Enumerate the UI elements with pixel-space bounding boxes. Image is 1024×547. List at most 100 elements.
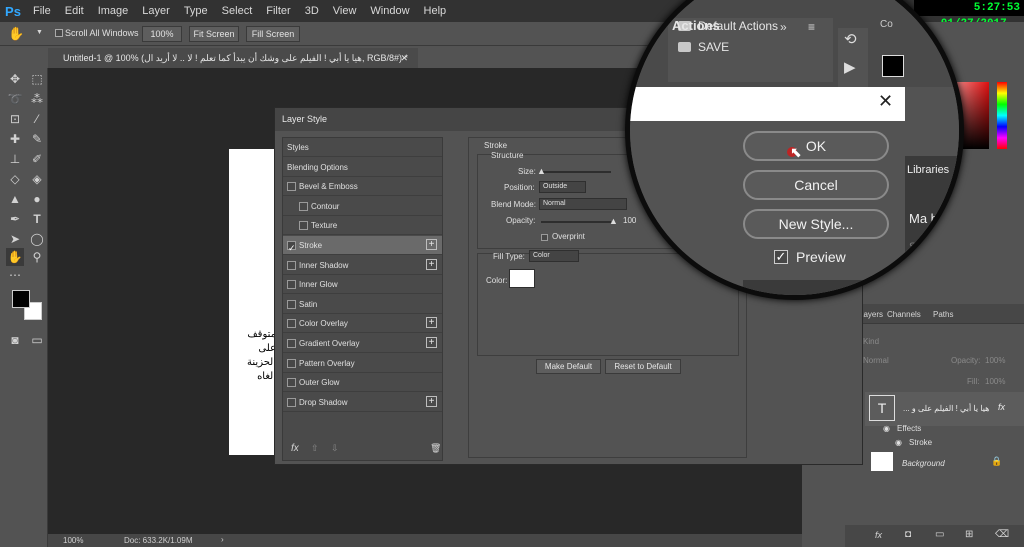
- opacity-slider-track[interactable]: [541, 221, 611, 223]
- style-checkbox[interactable]: [287, 339, 296, 348]
- move-tool-icon[interactable]: ✥: [6, 70, 24, 88]
- delete-layer-icon[interactable]: ⌫: [995, 529, 1009, 540]
- style-checkbox[interactable]: [287, 239, 296, 258]
- stroke-color-swatch[interactable]: [509, 269, 535, 288]
- style-checkbox[interactable]: [287, 319, 296, 329]
- close-tab-icon[interactable]: ✕: [400, 48, 408, 68]
- layer-opacity-value[interactable]: 100%: [985, 356, 1005, 365]
- menu-3d[interactable]: 3D: [298, 5, 326, 17]
- style-item-color-overlay[interactable]: Color Overlay +: [283, 314, 442, 334]
- add-effect-plus-icon[interactable]: +: [426, 258, 437, 270]
- style-item-outer-glow[interactable]: Outer Glow: [283, 373, 442, 393]
- position-dropdown[interactable]: Outside: [539, 181, 586, 193]
- move-up-icon[interactable]: ⇧: [311, 443, 319, 454]
- type-tool-icon[interactable]: T: [28, 210, 46, 228]
- preview-checkbox[interactable]: ✓: [774, 250, 788, 264]
- menu-type[interactable]: Type: [177, 5, 215, 17]
- add-effect-plus-icon[interactable]: +: [426, 317, 437, 329]
- path-select-icon[interactable]: ➤: [6, 230, 24, 248]
- background-layer-name[interactable]: Background: [902, 459, 945, 468]
- pen-tool-icon[interactable]: ✒: [6, 210, 24, 228]
- close-dialog-icon[interactable]: ✕: [878, 91, 893, 112]
- zoom-100-button[interactable]: 100%: [142, 26, 182, 42]
- style-item-inner-glow[interactable]: Inner Glow: [283, 275, 442, 295]
- stamp-tool-icon[interactable]: ⊥: [6, 150, 24, 168]
- size-slider-handle[interactable]: ▲: [537, 166, 546, 176]
- blur-tool-icon[interactable]: ▲: [6, 190, 24, 208]
- foreground-swatch-magnified[interactable]: [882, 55, 904, 77]
- magic-wand-icon[interactable]: ⁂: [28, 90, 46, 108]
- ok-button[interactable]: OK: [743, 131, 889, 161]
- actions-tab[interactable]: Actions: [672, 18, 720, 33]
- menu-image[interactable]: Image: [91, 5, 136, 17]
- menu-select[interactable]: Select: [215, 5, 260, 17]
- make-default-button[interactable]: Make Default: [536, 359, 601, 374]
- collapse-icon[interactable]: »: [780, 20, 787, 34]
- menu-help[interactable]: Help: [417, 5, 454, 17]
- document-tab[interactable]: Untitled-1 @ 100% (هيا يا أبي ! الفيلم ع…: [48, 48, 418, 68]
- add-effect-plus-icon[interactable]: +: [426, 337, 437, 348]
- menu-view[interactable]: View: [326, 5, 364, 17]
- tab-paths[interactable]: Paths: [933, 310, 953, 319]
- action-set-save[interactable]: SAVE: [698, 40, 729, 54]
- style-item-gradient-overlay[interactable]: Gradient Overlay +: [283, 334, 442, 353]
- fx-icon[interactable]: fx: [998, 402, 1005, 412]
- style-checkbox[interactable]: [287, 378, 296, 388]
- stroke-eye-icon[interactable]: ◉: [895, 438, 902, 447]
- paint-bucket-icon[interactable]: ◈: [28, 170, 46, 188]
- menu-file[interactable]: File: [26, 5, 58, 17]
- cancel-button[interactable]: Cancel: [743, 170, 889, 200]
- style-checkbox[interactable]: [287, 397, 296, 407]
- color-tab-magnified[interactable]: Co: [880, 19, 893, 30]
- add-style-fx-icon[interactable]: fx: [875, 530, 882, 540]
- add-effect-plus-icon[interactable]: +: [426, 395, 437, 407]
- history-icon[interactable]: ⟲: [844, 30, 857, 48]
- history-brush-icon[interactable]: ✐: [28, 150, 46, 168]
- dodge-tool-icon[interactable]: ●: [28, 190, 46, 208]
- library-name[interactable]: Ma biblio: [909, 211, 959, 226]
- eye-icon[interactable]: ◉: [883, 424, 890, 433]
- crop-tool-icon[interactable]: ⊡: [6, 110, 24, 128]
- style-item-satin[interactable]: Satin: [283, 295, 442, 314]
- hand-tool-icon[interactable]: ✋: [6, 248, 24, 266]
- style-item-inner-shadow[interactable]: Inner Shadow +: [283, 256, 442, 275]
- more-tools-icon[interactable]: ⋯: [6, 266, 24, 284]
- menu-edit[interactable]: Edit: [58, 5, 91, 17]
- blend-mode-dropdown[interactable]: Normal: [539, 198, 627, 210]
- menu-layer[interactable]: Layer: [135, 5, 177, 17]
- fx-menu-icon[interactable]: fx: [291, 443, 299, 454]
- layer-blend-mode[interactable]: Normal: [863, 356, 889, 365]
- style-item-pattern-overlay[interactable]: Pattern Overlay: [283, 354, 442, 373]
- eyedropper-icon[interactable]: ⁄: [28, 110, 46, 128]
- brush-tool-icon[interactable]: ✎: [28, 130, 46, 148]
- style-item-stroke[interactable]: Stroke +: [283, 236, 442, 258]
- status-arrow-icon[interactable]: ›: [221, 535, 224, 544]
- scroll-all-checkbox[interactable]: [55, 29, 63, 37]
- style-item-blending-options[interactable]: Blending Options: [283, 158, 442, 177]
- text-layer-name[interactable]: هيا يا أبي ! الفيلم على و ...: [903, 404, 989, 413]
- layer-filter-kind[interactable]: Kind: [863, 337, 879, 346]
- fill-screen-button[interactable]: Fill Screen: [246, 26, 300, 42]
- style-item-styles[interactable]: Styles: [283, 138, 442, 157]
- healing-tool-icon[interactable]: ✚: [6, 130, 24, 148]
- marquee-tool-icon[interactable]: ⬚: [28, 70, 46, 88]
- screen-mode-icon[interactable]: ▭: [28, 331, 46, 349]
- libraries-tab[interactable]: Libraries: [907, 164, 949, 176]
- new-style-button[interactable]: New Style...: [743, 209, 889, 239]
- style-checkbox[interactable]: [287, 182, 296, 192]
- style-item-bevel-emboss[interactable]: Bevel & Emboss: [283, 177, 442, 197]
- hue-slider[interactable]: [997, 82, 1007, 149]
- add-effect-plus-icon[interactable]: +: [426, 239, 437, 250]
- ellipse-tool-icon[interactable]: ◯: [28, 230, 46, 248]
- chevron-down-icon[interactable]: ▼: [36, 29, 43, 36]
- size-slider-track[interactable]: [541, 171, 611, 173]
- play-icon[interactable]: ▶: [844, 58, 856, 76]
- lasso-tool-icon[interactable]: ➰: [6, 90, 24, 108]
- style-checkbox[interactable]: [287, 260, 296, 270]
- new-layer-icon[interactable]: ⊞: [965, 529, 973, 540]
- style-checkbox[interactable]: [287, 358, 296, 368]
- text-layer-row[interactable]: T هيا يا أبي ! الفيلم على و ... fx: [865, 392, 1024, 426]
- tab-channels[interactable]: Channels: [887, 310, 921, 319]
- trash-icon[interactable]: 🗑: [430, 443, 441, 454]
- library-search[interactable]: Sea: [909, 241, 929, 253]
